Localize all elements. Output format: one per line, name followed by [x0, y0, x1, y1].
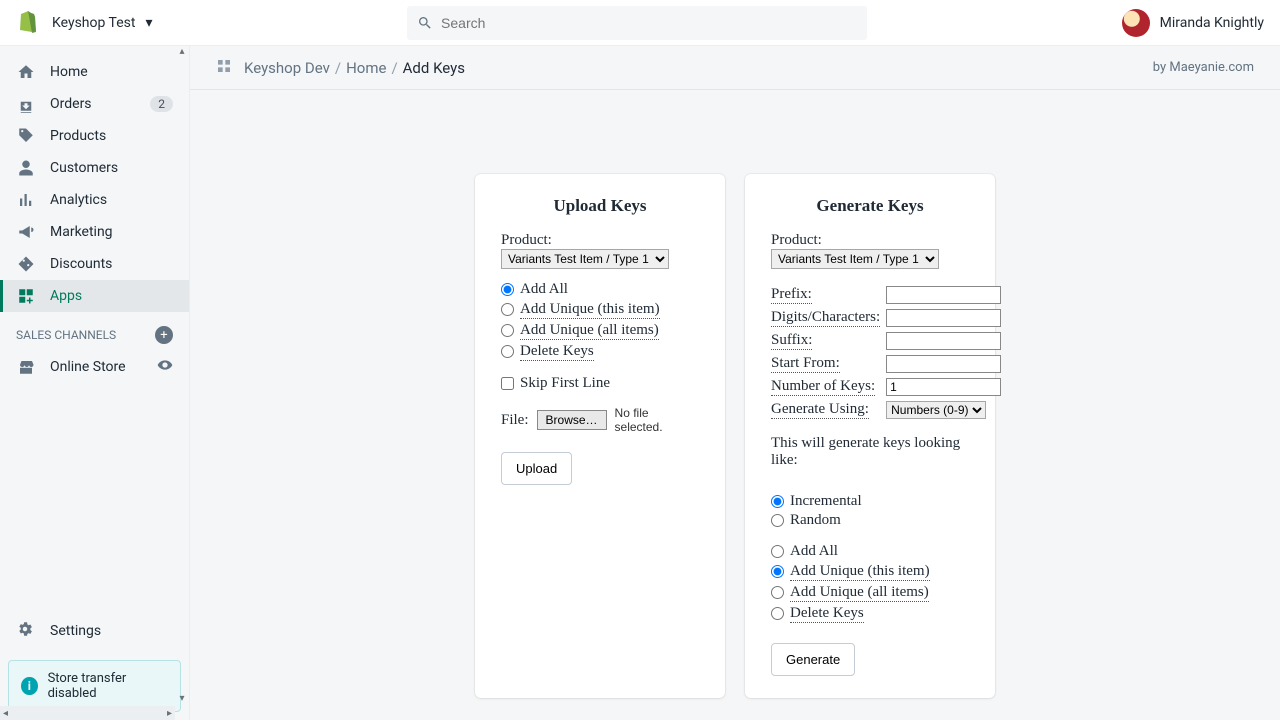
search-input[interactable]: [441, 15, 857, 31]
sales-channels-header: SALES CHANNELS+: [0, 312, 189, 350]
nav-home[interactable]: Home: [0, 56, 189, 88]
generate-product-select[interactable]: Variants Test Item / Type 1: [771, 249, 939, 269]
tag-icon: [16, 127, 36, 145]
add-channel-button[interactable]: +: [155, 326, 173, 344]
upload-radio-delete[interactable]: Delete Keys: [501, 342, 699, 361]
home-icon: [16, 63, 36, 81]
generate-using-select[interactable]: Numbers (0-9): [886, 401, 986, 419]
transfer-notice: iStore transfer disabled: [8, 660, 181, 712]
file-status: No file selected.: [615, 406, 699, 434]
nav-customers[interactable]: Customers: [0, 152, 189, 184]
gen-radio-delete[interactable]: Delete Keys: [771, 604, 969, 623]
global-search[interactable]: [407, 6, 867, 40]
breadcrumb: Keyshop Dev/Home/Add Keys: [244, 59, 465, 77]
mode-random[interactable]: Random: [771, 512, 969, 529]
upload-title: Upload Keys: [501, 196, 699, 216]
app-byline: by Maeyanie.com: [1153, 60, 1254, 75]
megaphone-icon: [16, 223, 36, 241]
app-icon: [216, 58, 232, 78]
gen-radio-unique-all[interactable]: Add Unique (all items): [771, 583, 969, 602]
user-name: Miranda Knightly: [1160, 15, 1264, 31]
h-scrollbar[interactable]: ◂▸: [0, 706, 175, 720]
store-switcher[interactable]: Keyshop Test ▾: [52, 15, 152, 31]
avatar: [1122, 9, 1150, 37]
crumb-app[interactable]: Keyshop Dev: [244, 59, 330, 77]
orders-badge: 2: [150, 96, 173, 112]
nav-products[interactable]: Products: [0, 120, 189, 152]
upload-radio-unique-all[interactable]: Add Unique (all items): [501, 321, 699, 340]
caret-down-icon: ▾: [145, 15, 152, 31]
scroll-down-icon[interactable]: ▾: [175, 693, 189, 704]
browse-button[interactable]: Browse…: [537, 410, 607, 430]
nav-orders[interactable]: Orders2: [0, 88, 189, 120]
suffix-input[interactable]: [886, 332, 1001, 350]
store-icon: [16, 358, 36, 376]
generate-keys-card: Generate Keys Product: Variants Test Ite…: [745, 174, 995, 698]
upload-product-select[interactable]: Variants Test Item / Type 1: [501, 249, 669, 269]
gen-radio-unique-item[interactable]: Add Unique (this item): [771, 562, 969, 581]
start-input[interactable]: [886, 355, 1001, 373]
nav-discounts[interactable]: Discounts: [0, 248, 189, 280]
nav-settings[interactable]: Settings: [0, 610, 189, 652]
mode-incremental[interactable]: Incremental: [771, 493, 969, 510]
view-store-icon[interactable]: [157, 357, 173, 377]
upload-button[interactable]: Upload: [501, 452, 572, 485]
upload-keys-card: Upload Keys Product: Variants Test Item …: [475, 174, 725, 698]
info-icon: i: [21, 677, 38, 695]
orders-icon: [16, 95, 36, 113]
crumb-current: Add Keys: [403, 59, 465, 77]
generate-button[interactable]: Generate: [771, 643, 855, 676]
nav-analytics[interactable]: Analytics: [0, 184, 189, 216]
nav-marketing[interactable]: Marketing: [0, 216, 189, 248]
prefix-input[interactable]: [886, 286, 1001, 304]
shopify-logo: [16, 11, 40, 35]
upload-radio-unique-item[interactable]: Add Unique (this item): [501, 300, 699, 319]
digits-input[interactable]: [886, 309, 1001, 327]
nav-apps[interactable]: Apps: [0, 280, 189, 312]
chart-icon: [16, 191, 36, 209]
person-icon: [16, 159, 36, 177]
gear-icon: [16, 620, 36, 642]
generate-title: Generate Keys: [771, 196, 969, 216]
skip-first-line-checkbox[interactable]: Skip First Line: [501, 375, 699, 392]
preview-label: This will generate keys looking like:: [771, 435, 969, 469]
search-icon: [417, 15, 433, 31]
user-menu[interactable]: Miranda Knightly: [1122, 9, 1264, 37]
nav-online-store[interactable]: Online Store: [0, 350, 189, 384]
num-keys-input[interactable]: [886, 378, 1001, 396]
crumb-home[interactable]: Home: [346, 59, 386, 77]
upload-radio-add-all[interactable]: Add All: [501, 281, 699, 298]
apps-icon: [16, 287, 36, 305]
gen-radio-add-all[interactable]: Add All: [771, 543, 969, 560]
store-name: Keyshop Test: [52, 15, 135, 31]
percent-icon: [16, 255, 36, 273]
